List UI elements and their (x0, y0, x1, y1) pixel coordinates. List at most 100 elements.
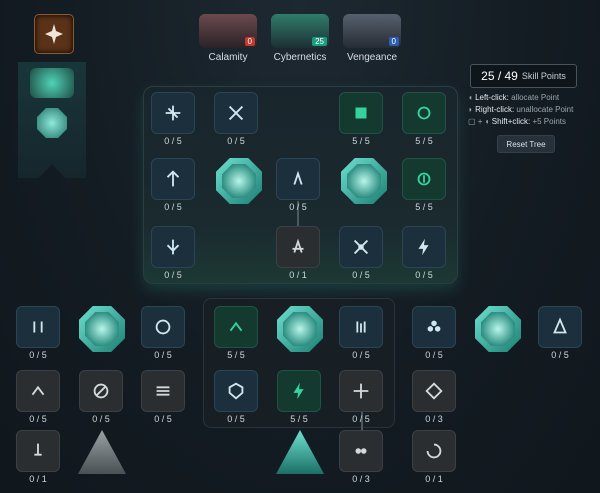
vengeance-portrait: 0 (343, 14, 401, 48)
skill-node[interactable]: 0 / 5 (339, 306, 383, 362)
skill-icon (402, 92, 446, 134)
skill-count: 0 / 5 (92, 414, 110, 424)
cybernetics-points-badge: 25 (312, 37, 327, 46)
skill-points-label: Skill Points (521, 71, 566, 81)
skill-count: 5 / 5 (227, 350, 245, 360)
calamity-portrait: 0 (199, 14, 257, 48)
skill-icon (141, 370, 185, 412)
instruction-shift: ▢ + ◖ Shift+click: +5 Points (468, 117, 567, 126)
banner-crest (30, 68, 74, 98)
cybernetics-portrait: 25 (271, 14, 329, 48)
ultimate-node-locked[interactable] (78, 430, 126, 474)
skill-icon (412, 370, 456, 412)
skill-count: 0 / 5 (164, 202, 182, 212)
skill-count: 0 / 5 (289, 202, 307, 212)
skill-count: 0 / 5 (154, 350, 172, 360)
skill-node[interactable]: 0 / 5 (276, 158, 320, 214)
keystone-gem-icon (277, 306, 323, 352)
skill-count: 0 / 5 (29, 414, 47, 424)
skill-count: 0 / 1 (29, 474, 47, 484)
skill-count: 0 / 3 (352, 474, 370, 484)
keystone-node[interactable] (475, 306, 521, 352)
keystone-node[interactable] (277, 306, 323, 352)
skill-node[interactable]: 0 / 1 (16, 430, 60, 486)
skill-node[interactable]: 0 / 3 (339, 430, 383, 486)
skill-node[interactable]: 0 / 5 (214, 92, 258, 148)
skill-node[interactable]: 0 / 5 (412, 306, 456, 362)
skill-node[interactable]: 0 / 3 (412, 370, 456, 426)
tab-vengeance[interactable]: 0 Vengeance (340, 14, 404, 63)
skill-node[interactable]: 5 / 5 (214, 306, 258, 362)
skill-count: 0 / 5 (164, 136, 182, 146)
skill-node[interactable]: 0 / 1 (412, 430, 456, 486)
skill-icon (214, 370, 258, 412)
skill-node[interactable]: 0 / 5 (339, 226, 383, 282)
skill-node[interactable]: 0 / 5 (141, 306, 185, 362)
skill-icon (214, 306, 258, 348)
instruction-left: ◖ Left-click: allocate Point (468, 93, 560, 102)
skill-node[interactable]: 0 / 1 (276, 226, 320, 282)
skill-points-counter: 25 / 49 Skill Points (470, 64, 577, 88)
skill-points-value: 25 / 49 (481, 69, 518, 83)
banner-gem-icon (37, 108, 67, 138)
skill-icon (151, 92, 195, 134)
skill-node[interactable]: 0 / 5 (141, 370, 185, 426)
class-emblem[interactable] (34, 14, 74, 54)
skill-icon (16, 430, 60, 472)
skill-icon (16, 306, 60, 348)
keystone-node[interactable] (79, 306, 125, 352)
keystone-gem-icon (341, 158, 387, 204)
tab-label: Calamity (208, 52, 248, 63)
skill-node[interactable]: 5 / 5 (402, 92, 446, 148)
tab-label: Cybernetics (273, 52, 327, 63)
skill-icon (412, 306, 456, 348)
keystone-node[interactable] (341, 158, 387, 204)
skill-node[interactable]: 0 / 5 (16, 370, 60, 426)
tree-banner (18, 62, 86, 178)
skill-node[interactable]: 0 / 5 (151, 226, 195, 282)
skill-icon (276, 158, 320, 200)
tab-label: Vengeance (346, 52, 398, 63)
skill-node[interactable]: 5 / 5 (277, 370, 321, 426)
skill-icon (277, 370, 321, 412)
tab-cybernetics[interactable]: 25 Cybernetics (268, 14, 332, 63)
keystone-node[interactable] (216, 158, 262, 204)
skill-count: 0 / 5 (352, 270, 370, 280)
skill-count: 0 / 5 (352, 350, 370, 360)
sigil-icon (45, 24, 63, 44)
skill-count: 0 / 5 (154, 414, 172, 424)
skill-count: 5 / 5 (415, 202, 433, 212)
skill-count: 0 / 5 (227, 414, 245, 424)
shift-click-text: +5 Points (532, 117, 567, 126)
skill-icon (79, 370, 123, 412)
skill-icon (339, 226, 383, 268)
skill-count: 0 / 5 (415, 270, 433, 280)
tab-calamity[interactable]: 0 Calamity (196, 14, 260, 63)
keystone-gem-icon (79, 306, 125, 352)
shift-click-key: Shift+click: (491, 117, 531, 126)
skill-icon (339, 370, 383, 412)
skill-count: 0 / 5 (551, 350, 569, 360)
ultimate-icon (276, 430, 324, 474)
reset-tree-button[interactable]: Reset Tree (497, 135, 555, 153)
skill-node[interactable]: 0 / 5 (538, 306, 582, 362)
skill-node[interactable]: 5 / 5 (402, 158, 446, 214)
skill-node[interactable]: 0 / 5 (214, 370, 258, 426)
ultimate-locked-icon (78, 430, 126, 474)
right-click-text: unallocate Point (516, 105, 574, 114)
calamity-points-badge: 0 (244, 37, 255, 46)
skill-icon (339, 430, 383, 472)
ultimate-node[interactable] (276, 430, 324, 474)
skill-node[interactable]: 0 / 5 (402, 226, 446, 282)
skill-node[interactable]: 0 / 5 (151, 158, 195, 214)
left-click-key: Left-click: (475, 93, 509, 102)
skill-node[interactable]: 5 / 5 (339, 92, 383, 148)
skill-node[interactable]: 0 / 5 (339, 370, 383, 426)
skill-node[interactable]: 0 / 5 (151, 92, 195, 148)
skill-icon (339, 306, 383, 348)
skill-icon (141, 306, 185, 348)
skill-node[interactable]: 0 / 5 (16, 306, 60, 362)
vengeance-points-badge: 0 (388, 37, 399, 46)
skill-icon (538, 306, 582, 348)
skill-node[interactable]: 0 / 5 (79, 370, 123, 426)
